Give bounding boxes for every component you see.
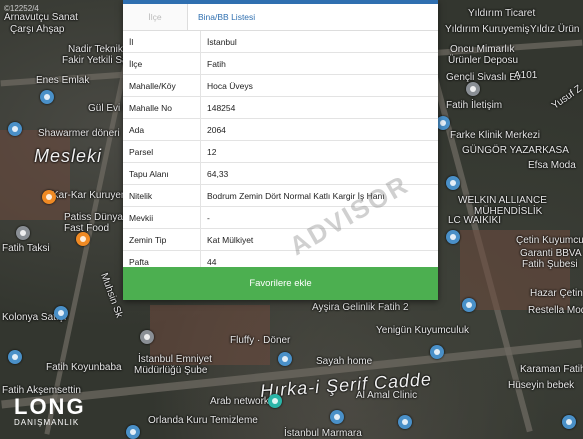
map-pin-icon[interactable] (140, 330, 154, 344)
map-pin-icon[interactable] (398, 415, 412, 429)
info-value: Hoca Üveys (200, 74, 438, 97)
map-label: Nadir Teknik (68, 44, 123, 55)
map-pin-icon[interactable] (8, 122, 22, 136)
map-label: Farke Klinik Merkezi (450, 130, 541, 141)
map-label: Çetin Kuyumculuk (516, 235, 583, 246)
info-value: İstanbul (200, 31, 438, 53)
map-label: Oncu Mimarlık (450, 44, 515, 55)
logo: LONG DANIŞMANLIK (14, 396, 86, 428)
info-key: İl (123, 31, 201, 53)
info-key: Zemin Tip (123, 228, 201, 251)
map-label: WELKIN ALLIANCE (458, 195, 547, 206)
map-label: Fatih Koyunbaba (46, 362, 122, 373)
map-label: LC WAIKIKI (448, 215, 501, 226)
map-pin-icon[interactable] (278, 352, 292, 366)
map-label: Gençli Sivaslı Ev (446, 72, 522, 83)
info-value: 148254 (200, 96, 438, 119)
logo-text: LONG (14, 394, 86, 419)
info-row: Mahalle No 148254 (123, 96, 438, 119)
panel-tabs: İlçe Bina/BB Listesi (123, 4, 438, 31)
info-key: Tapu Alanı (123, 162, 201, 185)
map-pin-icon[interactable] (268, 394, 282, 408)
map-pin-icon[interactable] (40, 90, 54, 104)
map-label: Fatih Şubesi (522, 259, 578, 270)
info-key: Mahalle No (123, 96, 201, 119)
map-label: Efsa Moda (528, 160, 576, 171)
info-value: 12 (200, 140, 438, 163)
map-label: Çarşı Ahşap (10, 24, 65, 35)
map-label: Yusuf Z (549, 83, 583, 112)
map-pin-icon[interactable] (462, 298, 476, 312)
map-label: Patiss Dünyası (64, 212, 131, 223)
map-label: Yıldırım Ticaret (468, 8, 536, 19)
food-pin-icon[interactable] (76, 232, 90, 246)
map-label: Restella Moda (528, 305, 583, 316)
info-key: Parsel (123, 140, 201, 163)
map-label: Hüseyin bebek (508, 380, 575, 391)
info-row: İlçe Fatih (123, 52, 438, 75)
map-label: A101 (514, 70, 538, 81)
info-key: Mevkii (123, 206, 201, 229)
map-label: Sayah home (316, 356, 373, 367)
info-key: Mahalle/Köy (123, 74, 201, 97)
tab-district[interactable]: İlçe (123, 4, 187, 30)
info-row: İl İstanbul (123, 31, 438, 53)
map-pin-icon[interactable] (436, 116, 450, 130)
map-pin-icon[interactable] (126, 425, 140, 439)
map-pin-icon[interactable] (466, 82, 480, 96)
map-block (0, 130, 70, 220)
info-row: Mevkii - (123, 206, 438, 229)
logo-subtext: DANIŞMANLIK (14, 418, 80, 427)
map-label: Müdürlüğü Şube (134, 365, 208, 376)
parcel-info-table: İl İstanbul İlçe Fatih Mahalle/Köy Hoca Üveys… (123, 31, 438, 273)
map-label: Ürünler Deposu (448, 55, 519, 66)
map-label: Arab network (210, 396, 269, 407)
map-label: Muhsin Sk (98, 271, 125, 320)
info-row: Zemin Tip Kat Mülkiyet (123, 228, 438, 251)
info-row: Mahalle/Köy Hoca Üveys (123, 74, 438, 97)
map-label: GÜNGÖR YAZARKASA (462, 145, 569, 156)
map-label: Yıldırım Kuruyemiş (445, 24, 530, 35)
map-label: Fatih Taksi (2, 243, 50, 254)
info-value: 2064 (200, 118, 438, 141)
tab-building-list[interactable]: Bina/BB Listesi (187, 4, 438, 30)
info-row: Parsel 12 (123, 140, 438, 163)
map-label: Shawarmer döneri (38, 128, 120, 139)
food-pin-icon[interactable] (42, 190, 56, 204)
map-label: Al Amal Clinic (356, 390, 418, 401)
map-label: Arnavutçu Sanat (4, 12, 78, 23)
map-label: Enes Emlak (36, 75, 90, 86)
map-pin-icon[interactable] (430, 345, 444, 359)
map-label: Ayşira Gelinlik Fatih 2 (312, 302, 409, 313)
parcel-info-panel: İlçe Bina/BB Listesi İl İstanbul İlçe Fatih… (123, 0, 438, 300)
map-pin-icon[interactable] (16, 226, 30, 240)
map-pin-icon[interactable] (54, 306, 68, 320)
info-value: Fatih (200, 52, 438, 75)
map-label: Mesleki (34, 146, 103, 166)
map-label: İstanbul Emniyet (138, 354, 212, 365)
map-label: Karaman Fatih (520, 364, 583, 375)
map-label: Orlanda Kuru Temizleme (148, 415, 258, 426)
map-label: Fluffy · Döner (230, 335, 291, 346)
map-label: Yıldız Ürün (530, 24, 580, 35)
map-label: Hazar Çetin (530, 288, 583, 299)
info-key: Nitelik (123, 184, 201, 207)
add-favorite-button[interactable]: Favorilere ekle (123, 267, 438, 300)
map-pin-icon[interactable] (562, 415, 576, 429)
map-pin-icon[interactable] (8, 350, 22, 364)
map-label: Yenigün Kuyumculuk (376, 325, 470, 336)
info-key: Ada (123, 118, 201, 141)
map-label: Garanti BBVA (520, 248, 582, 259)
map-label: Fatih İletişim (446, 100, 503, 111)
map-pin-icon[interactable] (330, 410, 344, 424)
info-key: İlçe (123, 52, 201, 75)
map-pin-icon[interactable] (446, 176, 460, 190)
map-label: İstanbul Marmara (284, 428, 362, 439)
map-pin-icon[interactable] (446, 230, 460, 244)
info-row: Ada 2064 (123, 118, 438, 141)
